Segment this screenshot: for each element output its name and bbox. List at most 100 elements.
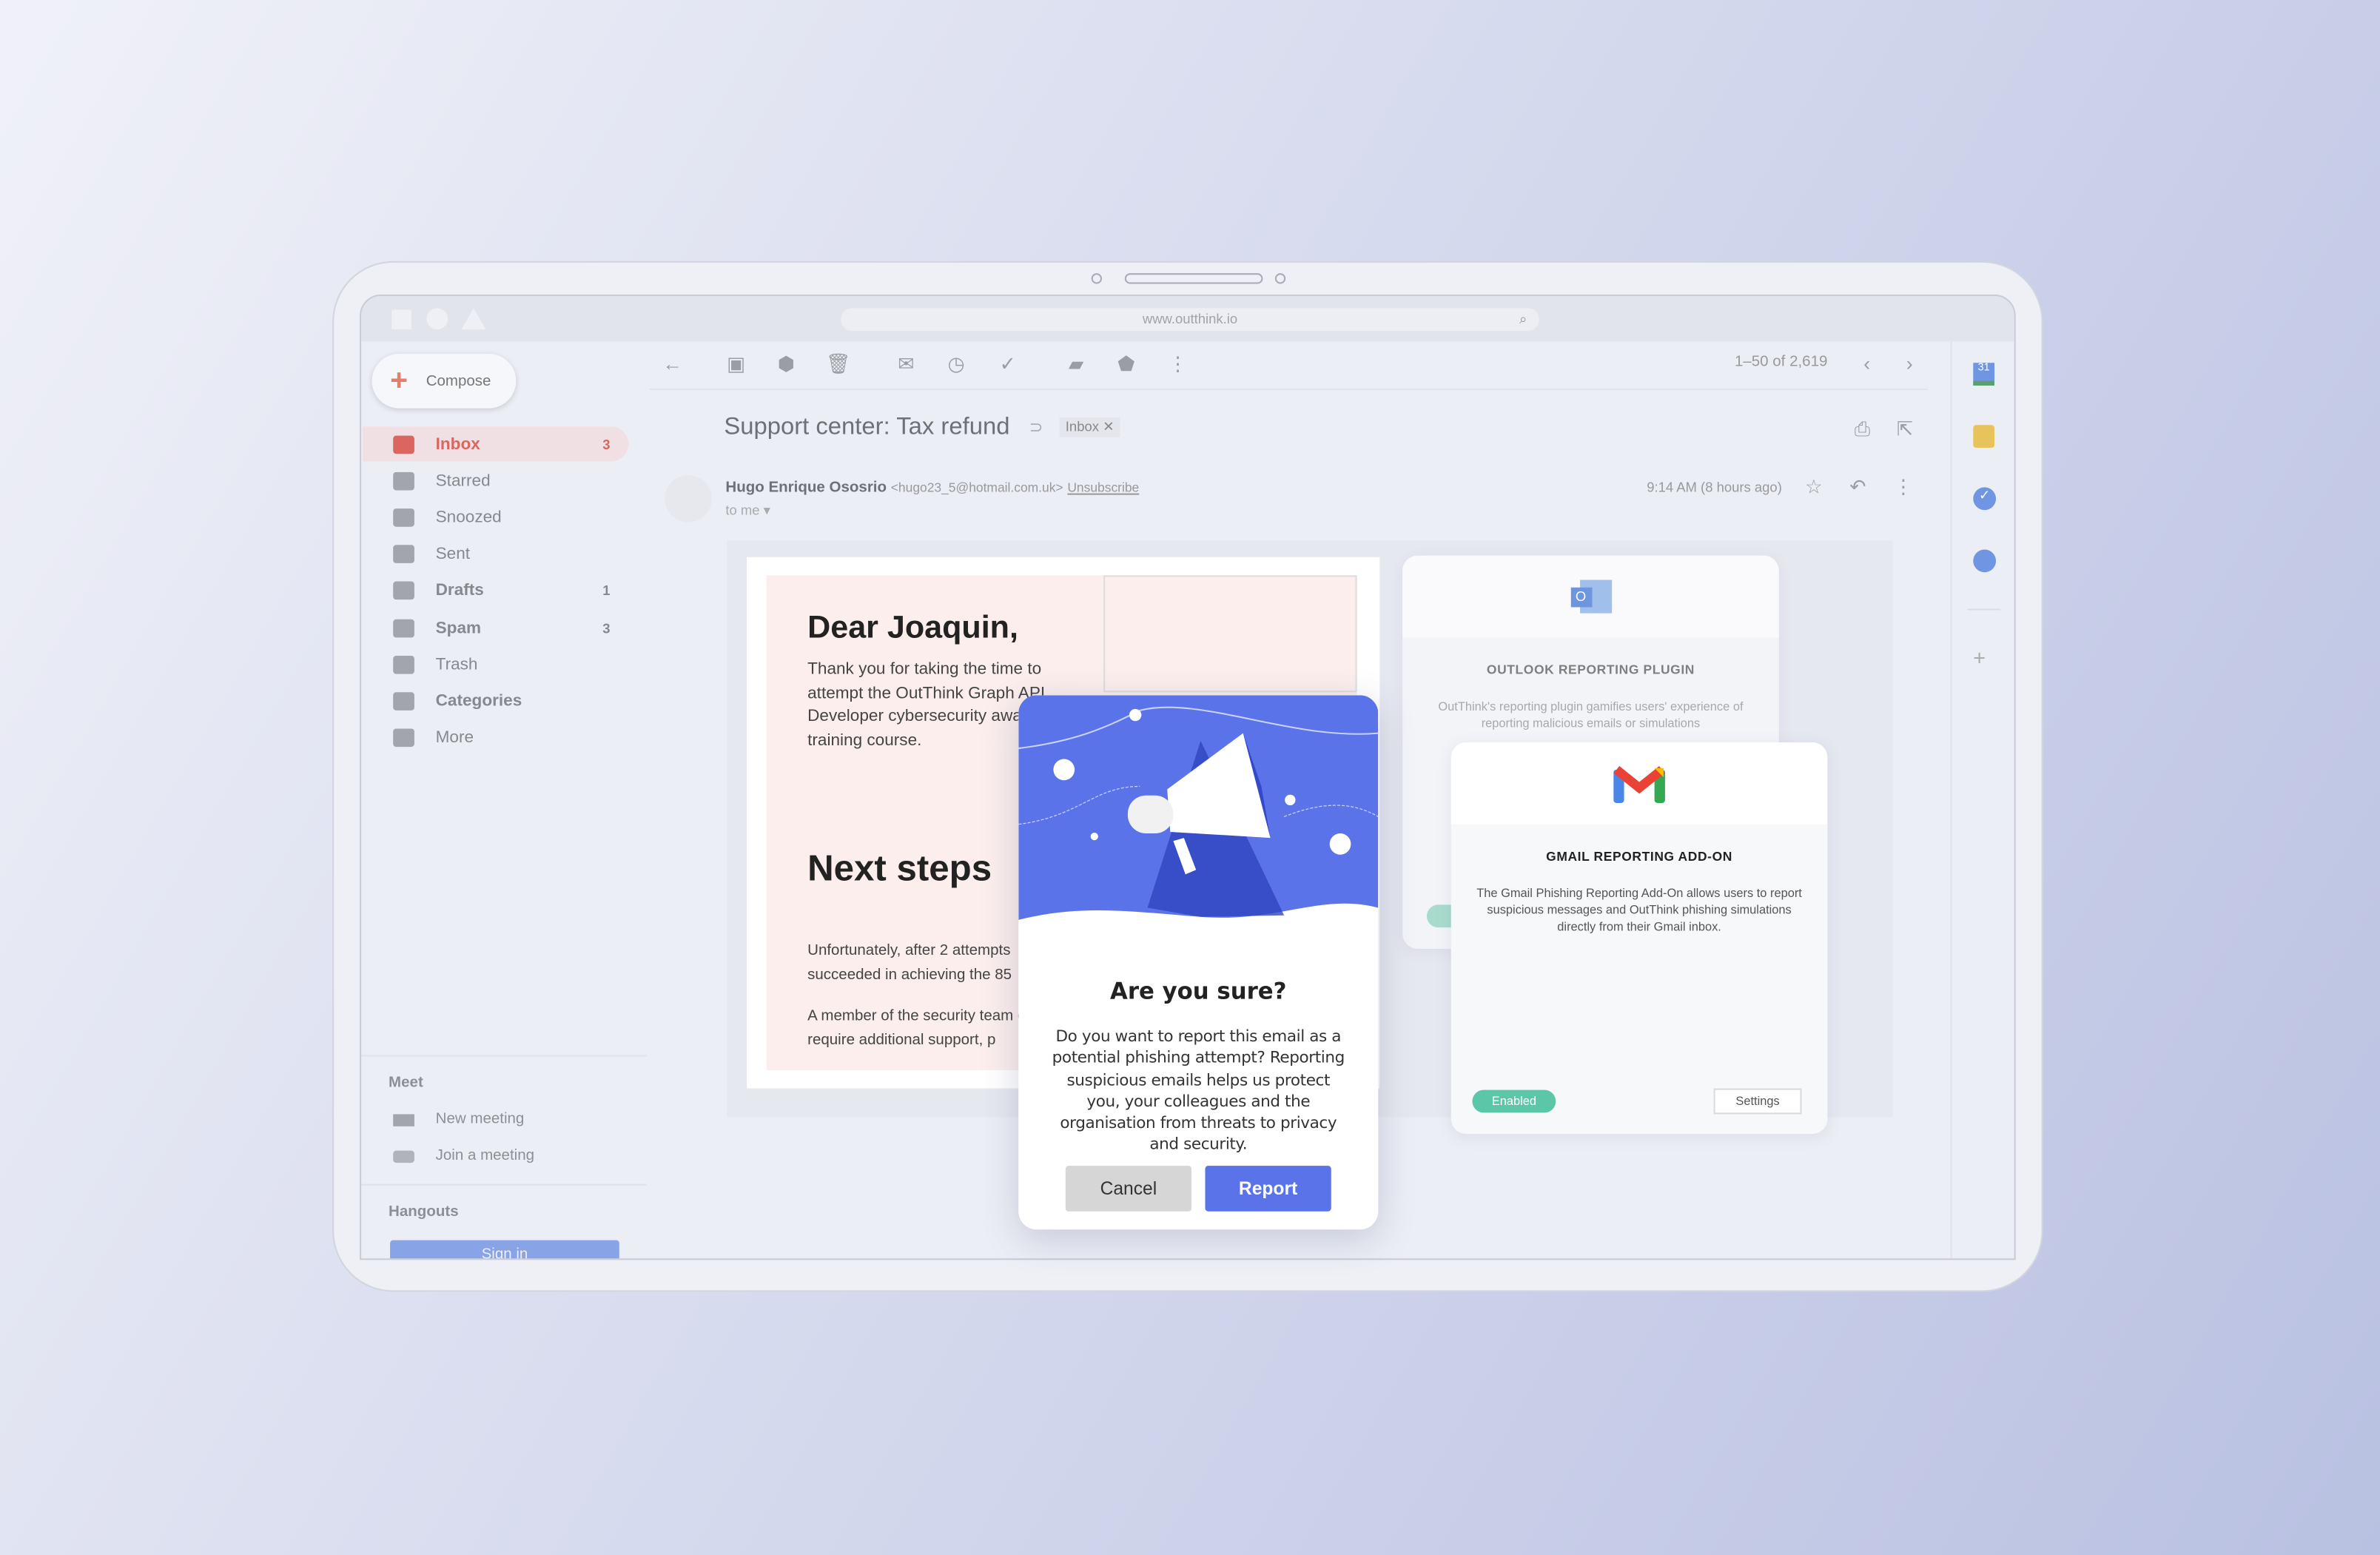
cancel-button[interactable]: Cancel <box>1065 1166 1192 1212</box>
label-icon <box>393 691 414 710</box>
triangle-icon <box>461 308 486 330</box>
sidebar-item-categories[interactable]: Categories <box>363 683 628 718</box>
recipient-toggle[interactable]: to me ▾ <box>725 503 770 520</box>
plus-icon: + <box>390 363 409 397</box>
sidebar-item-count: 3 <box>602 436 611 452</box>
email-paragraph: Unfortunately, after 2 attempts succeede… <box>807 942 1012 984</box>
calendar-icon[interactable]: 31 <box>1973 363 1995 386</box>
stage: www.outthink.io ⌕ + Compose Meet New meet… <box>0 0 2380 1554</box>
square-icon <box>391 309 411 330</box>
meet-heading: Meet <box>389 1075 423 1092</box>
card-title: GMAIL REPORTING ADD-ON <box>1546 848 1732 864</box>
card-description: The Gmail Phishing Reporting Add-On allo… <box>1476 886 1802 934</box>
gmail-addon-card: GMAIL REPORTING ADD-ON The Gmail Phishin… <box>1450 742 1828 1135</box>
camera-dot <box>1091 273 1103 284</box>
speaker-slot <box>1124 273 1263 284</box>
sender-name: Hugo Enrique Ososrio <box>725 480 887 497</box>
prev-page-icon[interactable]: ‹ <box>1855 352 1879 375</box>
back-icon[interactable]: ← <box>660 352 685 375</box>
sidebar-item-snoozed[interactable]: Snoozed <box>363 500 628 534</box>
browser-bar: www.outthink.io ⌕ <box>361 295 2014 342</box>
add-task-icon[interactable]: ✓ <box>995 352 1020 377</box>
sidebar-item-label: Snoozed <box>435 508 502 526</box>
url-bar[interactable]: www.outthink.io ⌕ <box>841 308 1539 332</box>
new-meeting-label: New meeting <box>435 1111 525 1128</box>
sidebar-item-label: Drafts <box>435 580 484 600</box>
sidebar-item-inbox[interactable]: Inbox 3 <box>363 426 629 462</box>
outlook-logo-icon: O <box>1570 580 1612 614</box>
email-paragraph: A member of the security team or require… <box>807 1007 1032 1049</box>
recipient-text: to me <box>725 502 760 518</box>
important-marker-icon[interactable]: ⊃ <box>1029 417 1043 437</box>
sidebar-item-label: Spam <box>435 618 482 637</box>
sign-in-label: Sign in <box>481 1246 528 1260</box>
label-icon[interactable]: ⬟ <box>1114 352 1138 377</box>
more-icon[interactable]: ⋮ <box>1166 352 1190 377</box>
megaphone-illustration <box>1018 695 1379 920</box>
snooze-icon[interactable]: ◷ <box>944 352 969 377</box>
sender-email: <hugo23_5@hotmail.com.uk> <box>890 480 1063 495</box>
star-icon[interactable]: ☆ <box>1802 475 1826 500</box>
enabled-status-badge[interactable]: Enabled <box>1472 1089 1556 1113</box>
send-icon <box>393 544 414 562</box>
email-time: 9:14 AM (8 hours ago) <box>1647 480 1782 495</box>
card-title: OUTLOOK REPORTING PLUGIN <box>1486 662 1695 677</box>
chevron-down-icon <box>393 728 414 747</box>
hangouts-heading: Hangouts <box>389 1203 459 1221</box>
join-meeting-label: Join a meeting <box>435 1147 535 1165</box>
tasks-icon[interactable]: ✓ <box>1973 487 1997 511</box>
sidebar-item-spam[interactable]: Spam 3 <box>363 611 628 645</box>
sidebar-item-label: Sent <box>435 544 471 562</box>
sidebar-item-count: 1 <box>602 582 611 598</box>
sidebar-item-label: Inbox <box>435 434 480 454</box>
sidebar-item-label: More <box>435 728 474 747</box>
sidebar-item-trash[interactable]: Trash <box>363 647 628 682</box>
print-icon[interactable]: ⎙ <box>1850 417 1875 442</box>
compose-button[interactable]: + Compose <box>372 353 517 409</box>
sign-in-button[interactable]: Sign in <box>390 1240 619 1260</box>
sidebar-item-label: Trash <box>435 655 478 674</box>
report-button[interactable]: Report <box>1205 1166 1331 1212</box>
next-page-icon[interactable]: › <box>1897 352 1922 375</box>
unsubscribe-link[interactable]: Unsubscribe <box>1067 480 1139 495</box>
pagination-text: 1–50 of 2,619 <box>1734 353 1828 371</box>
sensor-dot <box>1274 273 1286 284</box>
delete-icon[interactable]: 🗑 <box>826 352 851 377</box>
sidebar-item-count: 3 <box>602 619 611 636</box>
draft-icon <box>393 580 414 600</box>
new-meeting-item[interactable]: New meeting <box>393 1111 524 1128</box>
divider <box>361 1183 647 1186</box>
join-meeting-item[interactable]: Join a meeting <box>393 1147 535 1165</box>
sidebar-item-starred[interactable]: Starred <box>363 463 628 498</box>
card-description: OutThink's reporting plugin gamifies use… <box>1438 699 1744 731</box>
more-options-icon[interactable]: ⋮ <box>1892 475 1916 500</box>
sidebar-item-label: Categories <box>435 691 522 710</box>
side-panel: 31 ✓ + <box>1950 341 2014 1259</box>
star-icon <box>393 471 414 490</box>
mark-unread-icon[interactable]: ✉ <box>894 352 918 377</box>
open-new-window-icon[interactable]: ⇱ <box>1893 417 1917 442</box>
sidebar-item-sent[interactable]: Sent <box>363 536 628 571</box>
archive-icon[interactable]: ▣ <box>724 352 748 377</box>
keep-icon[interactable] <box>1973 425 1995 449</box>
video-icon <box>393 1113 414 1126</box>
toolbar-divider <box>649 389 1928 391</box>
move-to-icon[interactable]: ▰ <box>1064 352 1089 377</box>
spam-icon <box>393 618 414 637</box>
contacts-icon[interactable] <box>1973 549 1997 573</box>
sidebar-item-more[interactable]: More <box>363 719 628 754</box>
sender-line: Hugo Enrique Ososrio <hugo23_5@hotmail.c… <box>725 480 1139 497</box>
email-subject: Support center: Tax refund <box>724 414 1010 440</box>
keyboard-icon <box>393 1149 414 1163</box>
divider <box>1967 608 2001 611</box>
search-icon[interactable]: ⌕ <box>1519 308 1527 331</box>
report-spam-icon[interactable]: ⬢ <box>774 352 799 377</box>
settings-button[interactable]: Settings <box>1713 1088 1802 1115</box>
add-addon-icon[interactable]: + <box>1973 645 1986 670</box>
clock-icon <box>393 508 414 526</box>
avatar <box>665 474 712 523</box>
compose-label: Compose <box>426 372 491 390</box>
inbox-label-chip[interactable]: Inbox ✕ <box>1059 417 1120 437</box>
sidebar-item-drafts[interactable]: Drafts 1 <box>363 572 628 607</box>
reply-icon[interactable]: ↶ <box>1846 475 1870 500</box>
